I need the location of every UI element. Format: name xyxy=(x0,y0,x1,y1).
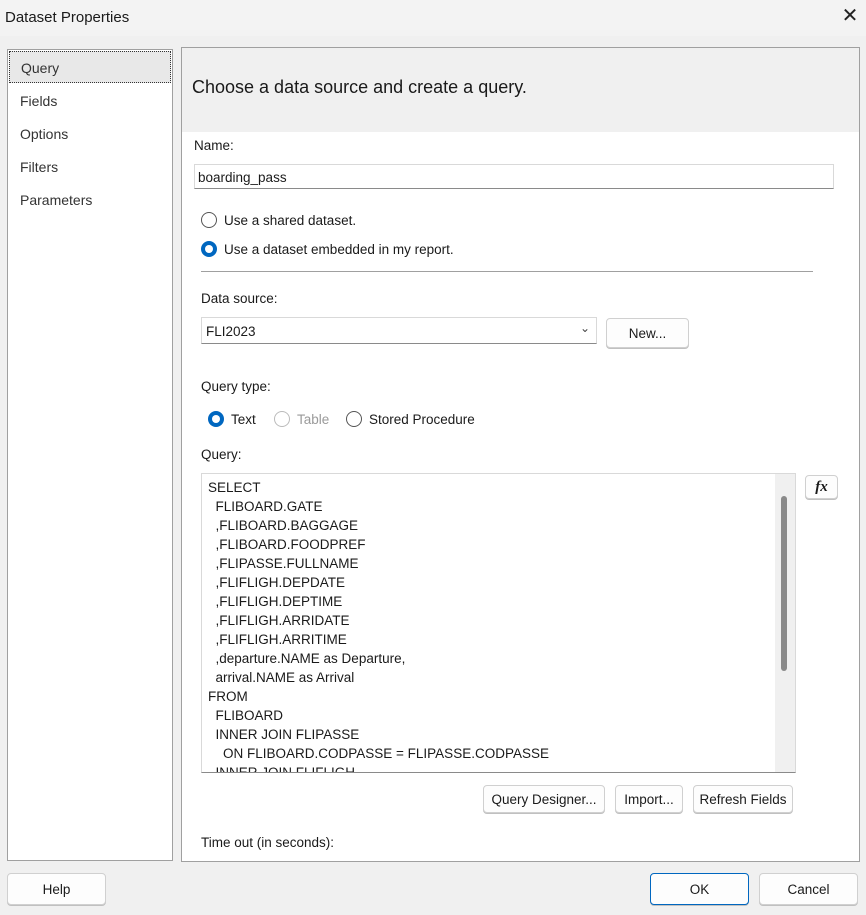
query-label: Query: xyxy=(201,447,242,462)
embedded-dataset-radio[interactable] xyxy=(201,241,217,257)
nav-list: Query Fields Options Filters Parameters xyxy=(7,49,173,861)
help-button[interactable]: Help xyxy=(7,873,106,905)
nav-item-parameters[interactable]: Parameters xyxy=(9,184,171,216)
datasource-label: Data source: xyxy=(201,291,278,306)
close-icon[interactable]: ✕ xyxy=(838,4,862,28)
querytype-text-label: Text xyxy=(231,412,256,427)
nav-item-filters[interactable]: Filters xyxy=(9,151,171,183)
query-text: SELECT FLIBOARD.GATE ,FLIBOARD.BAGGAGE ,… xyxy=(208,480,549,773)
expression-fx-button[interactable]: fx xyxy=(805,475,838,499)
querytype-table-label: Table xyxy=(297,412,330,427)
shared-dataset-label: Use a shared dataset. xyxy=(224,213,357,228)
querytype-table-radio xyxy=(274,411,290,427)
nav-item-fields[interactable]: Fields xyxy=(9,85,171,117)
window-title: Dataset Properties xyxy=(5,9,130,26)
query-designer-button[interactable]: Query Designer... xyxy=(483,785,605,813)
query-scrollbar[interactable] xyxy=(775,474,795,772)
name-input[interactable]: boarding_pass xyxy=(194,164,834,189)
divider xyxy=(201,271,813,272)
querytype-stored-label: Stored Procedure xyxy=(369,412,475,427)
import-button[interactable]: Import... xyxy=(615,785,683,813)
new-datasource-button[interactable]: New... xyxy=(606,318,689,348)
querytype-stored-radio[interactable] xyxy=(346,411,362,427)
querytype-label: Query type: xyxy=(201,379,271,394)
scrollbar-thumb[interactable] xyxy=(781,496,787,671)
refresh-fields-button[interactable]: Refresh Fields xyxy=(693,785,793,813)
nav-item-options[interactable]: Options xyxy=(9,118,171,150)
name-value: boarding_pass xyxy=(198,170,287,185)
nav-item-query[interactable]: Query xyxy=(9,51,171,83)
shared-dataset-radio[interactable] xyxy=(201,212,217,228)
ok-button[interactable]: OK xyxy=(650,873,749,905)
title-bar xyxy=(0,0,866,36)
name-label: Name: xyxy=(194,138,234,153)
query-textarea[interactable]: SELECT FLIBOARD.GATE ,FLIBOARD.BAGGAGE ,… xyxy=(201,473,796,773)
timeout-label: Time out (in seconds): xyxy=(201,835,335,850)
chevron-down-icon: ⌄ xyxy=(579,321,590,335)
querytype-text-radio[interactable] xyxy=(208,411,224,427)
datasource-select[interactable]: FLI2023 ⌄ xyxy=(201,317,597,344)
embedded-dataset-label: Use a dataset embedded in my report. xyxy=(224,242,454,257)
fx-icon: fx xyxy=(815,479,828,495)
cancel-button[interactable]: Cancel xyxy=(759,873,858,905)
page-title: Choose a data source and create a query. xyxy=(192,77,527,97)
datasource-value: FLI2023 xyxy=(206,324,256,339)
